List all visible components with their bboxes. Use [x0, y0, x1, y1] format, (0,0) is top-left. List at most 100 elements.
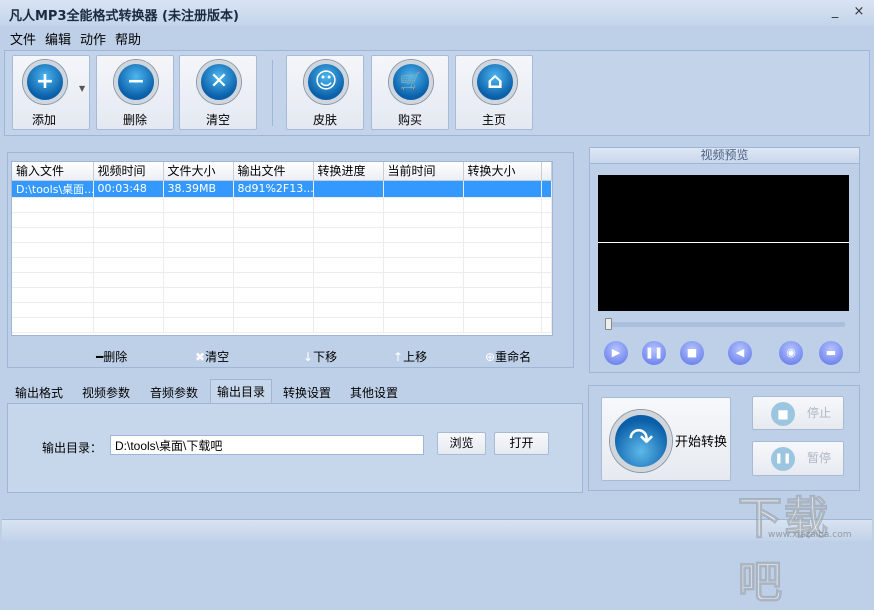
pause-button[interactable]: ❚❚ [642, 341, 666, 365]
table-cell [93, 302, 164, 318]
table-cell [463, 180, 542, 198]
table-row[interactable] [12, 197, 552, 213]
skin-button[interactable]: ☺ 皮肤 [286, 55, 364, 130]
table-row[interactable] [12, 302, 552, 318]
move-up-button[interactable]: ↑上移 [393, 348, 427, 365]
table-cell [12, 242, 94, 258]
table-cell [383, 242, 464, 258]
seek-handle[interactable] [605, 318, 612, 330]
pause-convert-button[interactable]: ❚❚ 暂停 [752, 441, 844, 476]
table-cell [463, 287, 542, 303]
table-cell: D:\tools\桌面... [12, 180, 94, 198]
table-cell [383, 302, 464, 318]
volume-button[interactable]: ◀ [728, 341, 752, 365]
table-cell [12, 302, 94, 318]
redo-arrow-icon: ↷ [610, 410, 672, 472]
close-button[interactable]: × [850, 4, 868, 20]
tab-convert-settings[interactable]: 转换设置 [277, 381, 337, 403]
table-row[interactable] [12, 272, 552, 288]
snapshot-button[interactable]: ◉ [779, 341, 803, 365]
menu-file[interactable]: 文件 [10, 29, 36, 48]
col-converted-size[interactable]: 转换大小 [463, 162, 542, 181]
output-dir-input[interactable] [110, 435, 424, 455]
table-cell [313, 227, 384, 243]
add-button[interactable]: + ▼ 添加 [12, 55, 90, 130]
move-down-button[interactable]: ↓下移 [303, 348, 337, 365]
table-cell [12, 227, 94, 243]
table-cell [383, 272, 464, 288]
cart-icon: 🛒 [389, 60, 433, 104]
delete-button[interactable]: − 删除 [96, 55, 174, 130]
table-cell [233, 287, 314, 303]
list-clear-button[interactable]: ✖清空 [195, 348, 229, 365]
table-row[interactable] [12, 287, 552, 303]
table-cell [93, 242, 164, 258]
table-cell [163, 302, 234, 318]
table-cell [463, 317, 542, 333]
table-cell [12, 212, 94, 228]
open-folder-button[interactable]: ▬ [819, 341, 843, 365]
seek-slider[interactable] [605, 318, 845, 330]
col-video-time[interactable]: 视频时间 [93, 162, 164, 181]
table-cell [541, 287, 552, 303]
table-cell [233, 197, 314, 213]
tab-output-format[interactable]: 输出格式 [9, 381, 69, 403]
smiley-icon: ☺ [304, 60, 348, 104]
open-button[interactable]: 打开 [494, 432, 549, 455]
x-icon: ✖ [195, 350, 206, 364]
table-row[interactable]: D:\tools\桌面... 00:03:48 38.39MB 8d91%2F13..… [12, 180, 552, 198]
table-cell [313, 272, 384, 288]
dropdown-arrow-icon[interactable]: ▼ [79, 84, 85, 93]
table-cell [383, 317, 464, 333]
table-row[interactable] [12, 317, 552, 333]
table-cell [163, 227, 234, 243]
speaker-icon: ◀ [735, 346, 745, 359]
tab-other-settings[interactable]: 其他设置 [344, 381, 404, 403]
table-row[interactable] [12, 257, 552, 273]
rename-button[interactable]: ⊕重命名 [485, 348, 531, 365]
window-title: 凡人MP3全能格式转换器 (未注册版本) [9, 9, 239, 24]
tab-audio-params[interactable]: 音频参数 [144, 381, 204, 403]
tab-output-dir[interactable]: 输出目录 [210, 379, 273, 404]
table-cell [163, 272, 234, 288]
table-cell [93, 257, 164, 273]
col-file-size[interactable]: 文件大小 [163, 162, 234, 181]
menu-action[interactable]: 动作 [80, 29, 106, 48]
stop-button[interactable]: ■ [680, 341, 704, 365]
preview-title: 视频预览 [590, 148, 859, 164]
browse-button[interactable]: 浏览 [437, 432, 486, 455]
table-cell [541, 180, 552, 198]
table-cell [12, 287, 94, 303]
play-button[interactable]: ▶ [604, 341, 628, 365]
table-row[interactable] [12, 242, 552, 258]
table-cell [463, 272, 542, 288]
table-row[interactable] [12, 212, 552, 228]
toolbar-separator [272, 60, 273, 126]
col-current-time[interactable]: 当前时间 [383, 162, 464, 181]
list-delete-button[interactable]: ━删除 [96, 348, 127, 365]
col-input-file[interactable]: 输入文件 [12, 162, 94, 181]
stop-convert-button[interactable]: ■ 停止 [752, 396, 844, 430]
start-convert-label: 开始转换 [675, 435, 728, 450]
table-cell [233, 302, 314, 318]
tab-video-params[interactable]: 视频参数 [76, 381, 136, 403]
table-row[interactable] [12, 227, 552, 243]
table-cell [313, 212, 384, 228]
clear-button[interactable]: ✕ 清空 [179, 55, 257, 130]
stop-icon: ■ [686, 346, 698, 359]
pause-label: 暂停 [806, 451, 831, 465]
col-output-file[interactable]: 输出文件 [233, 162, 314, 181]
home-button[interactable]: ⌂ 主页 [455, 55, 533, 130]
video-center-line [598, 242, 849, 243]
table-cell [541, 197, 552, 213]
output-dir-label: 输出目录： [42, 441, 103, 455]
table-cell [233, 317, 314, 333]
start-convert-button[interactable]: ↷ 开始转换 [601, 397, 731, 481]
table-cell [233, 212, 314, 228]
minimize-button[interactable]: _ [826, 4, 844, 20]
col-progress[interactable]: 转换进度 [313, 162, 384, 181]
buy-button[interactable]: 🛒 购买 [371, 55, 449, 130]
menu-edit[interactable]: 编辑 [45, 29, 71, 48]
menu-help[interactable]: 帮助 [115, 29, 141, 48]
pause-icon: ❚❚ [644, 346, 664, 359]
